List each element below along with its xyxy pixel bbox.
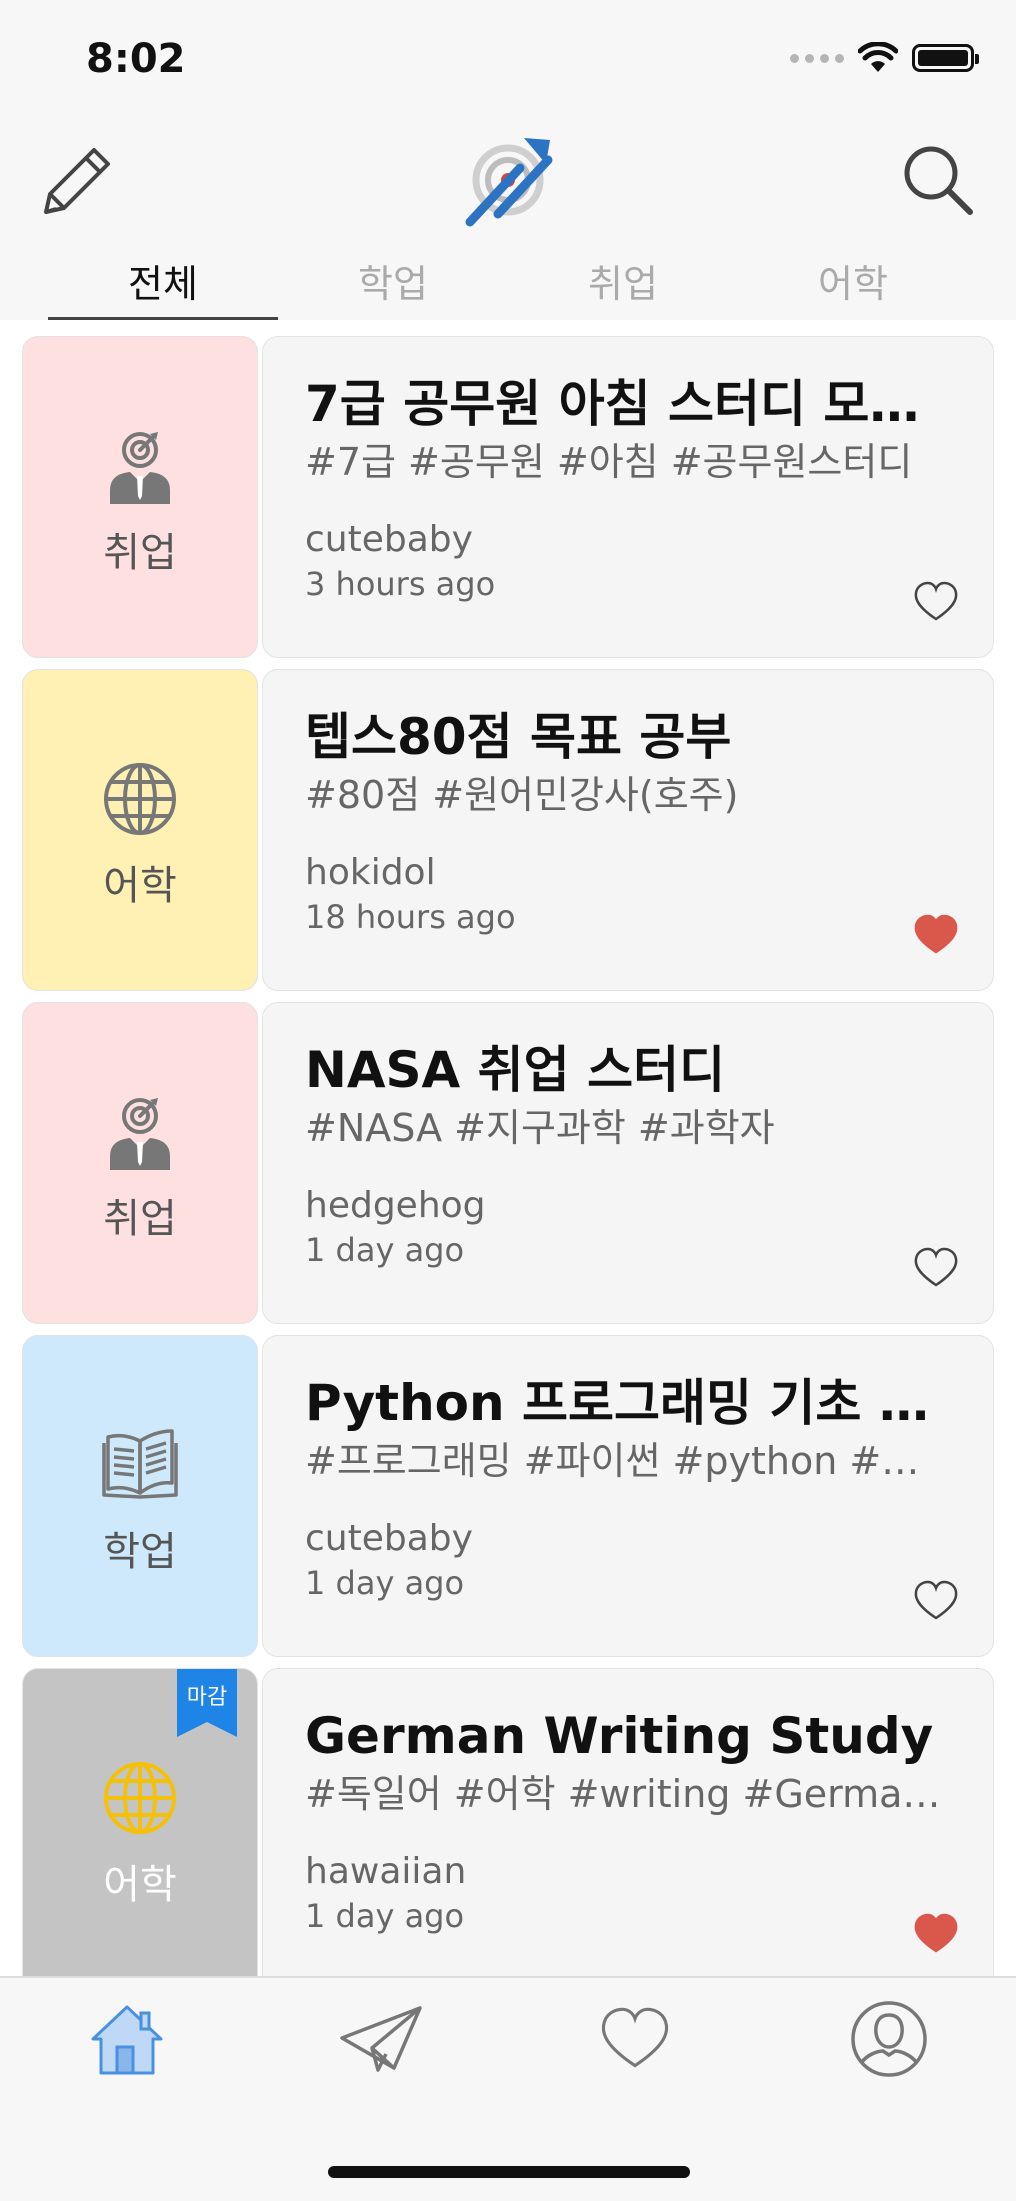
profile-icon [851, 2001, 927, 2077]
globe-icon [104, 763, 176, 835]
app-logo [458, 130, 558, 230]
post-row[interactable]: 취업 NASA 취업 스터디 #NASA #지구과학 #과학자 hedgehog… [22, 1002, 994, 1324]
post-title: NASA 취업 스터디 [305, 1041, 726, 1099]
search-icon [904, 146, 973, 215]
post-time: 18 hours ago [305, 898, 516, 936]
status-bar: 8:02 [0, 0, 1016, 120]
post-time: 1 day ago [305, 1231, 465, 1269]
post-row[interactable]: 어학 텝스80점 목표 공부 #80점 #원어민강사(호주) hokidol 1… [22, 669, 994, 991]
category-label: 어학 [103, 1862, 177, 1908]
post-card[interactable]: German Writing Study #독일어 #어학 #writing #… [262, 1668, 994, 1976]
category-badge[interactable]: 어학 [22, 669, 258, 991]
category-label: 학업 [103, 1529, 177, 1575]
home-icon [91, 2005, 163, 2075]
post-title: 7급 공무원 아침 스터디 모집… [305, 375, 953, 433]
heart-icon[interactable] [913, 1913, 959, 1955]
category-label: 취업 [103, 1196, 177, 1242]
nav-messages-button[interactable] [336, 1994, 426, 2084]
closed-badge: 마감 [177, 1669, 237, 1737]
paper-plane-icon [340, 2006, 422, 2072]
nav-home-button[interactable] [82, 1994, 172, 2084]
category-badge[interactable]: 학업 [22, 1335, 258, 1657]
target-person-icon [110, 432, 170, 504]
post-tags: #NASA #지구과학 #과학자 [305, 1106, 775, 1150]
post-time: 1 day ago [305, 1897, 465, 1935]
post-author: cutebaby [305, 519, 473, 560]
post-card[interactable]: 7급 공무원 아침 스터디 모집… #7급 #공무원 #아침 #공무원스터디 c… [262, 336, 994, 658]
post-tags: #독일어 #어학 #writing #German... [305, 1772, 953, 1816]
write-post-button[interactable] [38, 140, 118, 220]
target-logo-icon [465, 138, 553, 227]
post-tags: #프로그래밍 #파이썬 #python #프… [305, 1439, 953, 1483]
heart-icon[interactable] [913, 581, 959, 623]
heart-outline-icon [601, 2007, 669, 2068]
post-tags: #7급 #공무원 #아침 #공무원스터디 [305, 440, 913, 484]
status-time: 8:02 [86, 36, 186, 82]
heart-icon[interactable] [913, 1580, 959, 1622]
tab-all[interactable]: 전체 [48, 240, 278, 320]
category-badge[interactable]: 취업 [22, 336, 258, 658]
category-tabs: 전체 학업 취업 어학 [48, 240, 968, 320]
pencil-icon [44, 148, 110, 214]
post-title: German Writing Study [305, 1707, 934, 1765]
category-badge[interactable]: 마감 어학 [22, 1668, 258, 1976]
post-tags: #80점 #원어민강사(호주) [305, 773, 739, 817]
post-title: Python 프로그래밍 기초 스… [305, 1374, 953, 1432]
category-label: 어학 [103, 863, 177, 909]
post-author: hawaiian [305, 1851, 467, 1892]
post-row[interactable]: 마감 어학 German Writing Study #독일어 #어학 #wri… [22, 1668, 994, 1976]
post-title: 텝스80점 목표 공부 [305, 708, 732, 766]
post-row[interactable]: 취업 7급 공무원 아침 스터디 모집… #7급 #공무원 #아침 #공무원스터… [22, 336, 994, 658]
signal-icon [790, 53, 844, 63]
post-row[interactable]: 학업 Python 프로그래밍 기초 스… #프로그래밍 #파이썬 #pytho… [22, 1335, 994, 1657]
post-time: 1 day ago [305, 1564, 465, 1602]
nav-favorites-button[interactable] [590, 1994, 680, 2084]
search-button[interactable] [898, 140, 978, 220]
post-author: hokidol [305, 852, 436, 893]
nav-profile-button[interactable] [844, 1994, 934, 2084]
tab-language[interactable]: 어학 [738, 240, 968, 320]
home-indicator [328, 2166, 690, 2178]
wifi-icon [858, 42, 898, 72]
post-card[interactable]: 텝스80점 목표 공부 #80점 #원어민강사(호주) hokidol 18 h… [262, 669, 994, 991]
post-author: hedgehog [305, 1185, 486, 1226]
globe-icon [104, 1762, 176, 1834]
tab-academic[interactable]: 학업 [278, 240, 508, 320]
tab-employment[interactable]: 취업 [508, 240, 738, 320]
category-badge[interactable]: 취업 [22, 1002, 258, 1324]
heart-icon[interactable] [913, 914, 959, 956]
status-icons [790, 42, 979, 74]
post-time: 3 hours ago [305, 565, 496, 603]
post-author: cutebaby [305, 1518, 473, 1559]
category-label: 취업 [103, 530, 177, 576]
post-card[interactable]: Python 프로그래밍 기초 스… #프로그래밍 #파이썬 #python #… [262, 1335, 994, 1657]
post-list[interactable]: 취업 7급 공무원 아침 스터디 모집… #7급 #공무원 #아침 #공무원스터… [0, 320, 1016, 1976]
heart-icon[interactable] [913, 1247, 959, 1289]
battery-icon [912, 44, 979, 72]
book-icon [102, 1429, 178, 1499]
target-person-icon [110, 1098, 170, 1170]
post-card[interactable]: NASA 취업 스터디 #NASA #지구과학 #과학자 hedgehog 1 … [262, 1002, 994, 1324]
